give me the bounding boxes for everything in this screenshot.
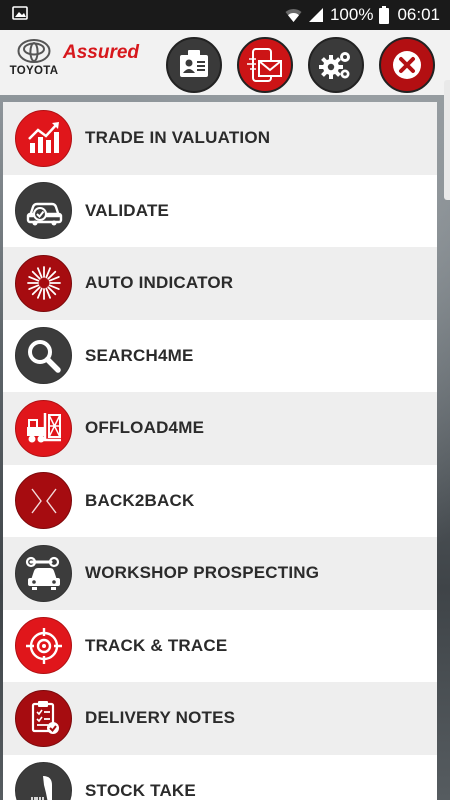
mobile-mail-icon: [247, 48, 282, 82]
menu-item-label: DELIVERY NOTES: [85, 708, 236, 728]
brand-logo: TOYOTA Assured: [6, 38, 166, 88]
status-bar: 100% 06:01: [0, 0, 450, 30]
menu-item-workshop-prospecting[interactable]: WORKSHOP PROSPECTING: [3, 537, 437, 610]
menu-item-label: VALIDATE: [85, 200, 170, 220]
profile-card-button[interactable]: [166, 37, 222, 93]
menu-item-label: SEARCH4ME: [85, 345, 194, 365]
menu-item-track-and-trace[interactable]: TRACK & TRACE: [3, 609, 437, 682]
menu-item-search4me[interactable]: SEARCH4ME: [3, 319, 437, 392]
toyota-wordmark: TOYOTA: [9, 64, 59, 77]
barcode-scanner-icon: [15, 762, 72, 800]
id-card-icon: [180, 50, 208, 77]
clipboard-check-icon: [15, 689, 72, 747]
menu-item-auto-indicator[interactable]: AUTO INDICATOR: [3, 247, 437, 320]
battery-icon: [379, 6, 390, 24]
battery-percent: 100%: [329, 5, 374, 24]
starburst-icon: [15, 254, 72, 312]
car-wrench-icon: [15, 544, 72, 602]
assured-wordmark: Assured: [63, 41, 140, 63]
gallery-notification-icon: [12, 5, 28, 26]
target-icon: [15, 617, 72, 675]
menu-item-stock-take[interactable]: STOCK TAKE: [3, 754, 437, 800]
toyota-logo: TOYOTA: [6, 38, 62, 77]
menu-item-label: TRADE IN VALUATION: [85, 128, 271, 148]
menu-item-delivery-notes[interactable]: DELIVERY NOTES: [3, 682, 437, 755]
signal-icon: [308, 7, 324, 23]
menu-item-validate[interactable]: VALIDATE: [3, 174, 437, 247]
side-drawer-edge: [444, 80, 450, 200]
menu-item-offload4me[interactable]: OFFLOAD4ME: [3, 392, 437, 465]
growth-chart-icon: [15, 109, 72, 167]
menu-item-label: AUTO INDICATOR: [85, 273, 234, 293]
main-menu: TRADE IN VALUATION VALIDATE AUTO INDICAT…: [3, 102, 437, 800]
magnifier-icon: [15, 327, 72, 385]
cross-arrows-icon: [15, 472, 72, 530]
wifi-icon: [285, 7, 302, 23]
toyota-emblem-icon: [17, 38, 51, 63]
car-check-icon: [15, 182, 72, 240]
menu-item-label: OFFLOAD4ME: [85, 418, 205, 438]
clock: 06:01: [397, 5, 440, 24]
settings-button[interactable]: [308, 37, 364, 93]
close-icon: [393, 51, 421, 79]
close-button[interactable]: [379, 37, 435, 93]
header-buttons: [166, 37, 435, 93]
menu-item-label: TRACK & TRACE: [85, 635, 228, 655]
menu-item-label: STOCK TAKE: [85, 780, 196, 800]
messages-button[interactable]: [237, 37, 293, 93]
menu-item-label: WORKSHOP PROSPECTING: [85, 563, 320, 583]
menu-item-trade-in-valuation[interactable]: TRADE IN VALUATION: [3, 102, 437, 175]
menu-item-back2back[interactable]: BACK2BACK: [3, 464, 437, 537]
gears-icon: [319, 52, 350, 79]
forklift-icon: [15, 399, 72, 457]
menu-item-label: BACK2BACK: [85, 490, 195, 510]
